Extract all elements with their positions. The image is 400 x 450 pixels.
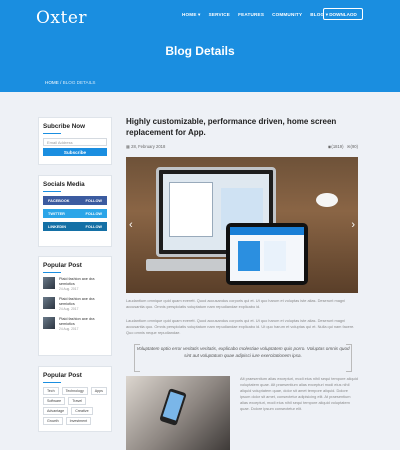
linkedin-follow-button[interactable]: LINKEDIN FOLLOW xyxy=(43,222,107,231)
post-thumbnail xyxy=(43,316,55,329)
post-thumbnail xyxy=(43,277,55,289)
article-date: ▦ 28, February 2018 xyxy=(126,144,165,149)
subscribe-button[interactable]: Subscribe xyxy=(43,148,107,156)
post-title[interactable]: Plaid fashion axe dra semiotics xyxy=(59,277,107,287)
tag[interactable]: Advantage xyxy=(43,407,69,415)
popular-post-widget: Popular Post Plaid fashion axe dra semio… xyxy=(38,256,112,356)
tag[interactable]: Apps xyxy=(90,387,107,395)
facebook-label: FACEBOOK xyxy=(48,198,70,203)
follow-label: FOLLOW xyxy=(85,211,102,216)
twitter-label: TWITTER xyxy=(48,211,65,216)
blockquote: Voluptatem optio error veritatis veritat… xyxy=(134,344,352,372)
chevron-right-icon[interactable]: › xyxy=(351,219,355,231)
email-field[interactable]: Email Address xyxy=(43,138,107,146)
subscribe-widget: Subcribe Now Email Address Subscribe xyxy=(38,117,112,165)
post-date: 24 Aug. 2017 xyxy=(59,326,79,331)
post-title[interactable]: Plaid fashion axe dra semiotics xyxy=(59,317,107,327)
title-underline xyxy=(43,382,61,383)
title-underline xyxy=(43,133,61,134)
tag[interactable]: Investment xyxy=(65,417,92,425)
views-count: (1819) xyxy=(331,144,344,149)
post-title[interactable]: Plaid fashion axe dra semiotics xyxy=(59,297,107,307)
download-button[interactable]: DOWNLAOD xyxy=(323,8,363,20)
list-item[interactable]: Plaid fashion axe dra semiotics 24 Aug. … xyxy=(43,316,107,331)
tags-title: Popular Post xyxy=(43,372,82,379)
social-widget: Socials Media FACEBOOK FOLLOW TWITTER FO… xyxy=(38,175,112,247)
follow-label: FOLLOW xyxy=(85,198,102,203)
chevron-left-icon[interactable]: ‹ xyxy=(129,219,133,231)
twitter-follow-button[interactable]: TWITTER FOLLOW xyxy=(43,209,107,218)
list-item[interactable]: Plaid fashion axe dra semiotics 24 Aug. … xyxy=(43,277,107,291)
tag[interactable]: Technology xyxy=(61,387,88,395)
social-title: Socials Media xyxy=(43,181,85,188)
follow-label: FOLLOW xyxy=(85,224,102,229)
tag[interactable]: Growth xyxy=(43,417,63,425)
tag[interactable]: Tech xyxy=(43,387,59,395)
article-inline-image xyxy=(126,376,230,450)
comments-count: (90) xyxy=(350,144,358,149)
list-item[interactable]: Plaid fashion axe dra semiotics 24 Aug. … xyxy=(43,296,107,311)
nav-community[interactable]: COMMUNITY xyxy=(272,12,302,18)
facebook-follow-button[interactable]: FACEBOOK FOLLOW xyxy=(43,196,107,205)
article-stats: ◉(1819) ✉(90) xyxy=(328,144,358,149)
article-title: Highly customizable, performance driven,… xyxy=(126,117,337,137)
title-underline xyxy=(43,191,61,192)
popular-title: Popular Post xyxy=(43,262,82,269)
tag-list: Tech Technology Apps Software Travel Adv… xyxy=(43,387,107,425)
tag[interactable]: Travel xyxy=(68,397,87,405)
mouse-image xyxy=(316,193,338,207)
post-date: 24 Aug. 2017 xyxy=(59,306,79,311)
tablet-image xyxy=(226,223,308,285)
article-side-text: Alt praesentium alias excepturi, modi ei… xyxy=(240,376,358,412)
date-text: 28, February 2018 xyxy=(131,144,166,149)
breadcrumb-current: BLOG DETAILS xyxy=(62,80,96,85)
subscribe-title: Subcribe Now xyxy=(43,123,85,130)
breadcrumb: HOME / BLOG DETAILS xyxy=(45,80,95,85)
nav-features[interactable]: FEATURES xyxy=(238,12,264,18)
article-image-slider[interactable]: ‹ › xyxy=(126,157,358,293)
phone-image xyxy=(159,388,187,426)
tags-widget: Popular Post Tech Technology Apps Softwa… xyxy=(38,366,112,432)
page-title: Blog Details xyxy=(165,44,235,58)
breadcrumb-separator: / xyxy=(60,80,62,85)
nav-home[interactable]: HOME ▾ xyxy=(182,12,201,18)
hero-header: Oxter HOME ▾ SERVICE FEATURES COMMUNITY … xyxy=(0,0,400,92)
article-paragraph: Laudantium omnique quid quam everett. Qu… xyxy=(126,318,355,336)
article-paragraph: Laudantium omnique quid quam everett. Qu… xyxy=(126,298,346,310)
nav-service[interactable]: SERVICE xyxy=(209,12,230,18)
linkedin-label: LINKEDIN xyxy=(48,224,66,229)
logo[interactable]: Oxter xyxy=(36,8,87,28)
title-underline xyxy=(43,272,61,273)
post-date: 24 Aug. 2017 xyxy=(59,286,79,291)
tag[interactable]: Software xyxy=(43,397,66,405)
tag[interactable]: Creative xyxy=(71,407,93,415)
post-thumbnail xyxy=(43,296,55,309)
main-nav: HOME ▾ SERVICE FEATURES COMMUNITY BLOG ▾ xyxy=(182,12,328,18)
breadcrumb-home[interactable]: HOME xyxy=(45,80,59,85)
